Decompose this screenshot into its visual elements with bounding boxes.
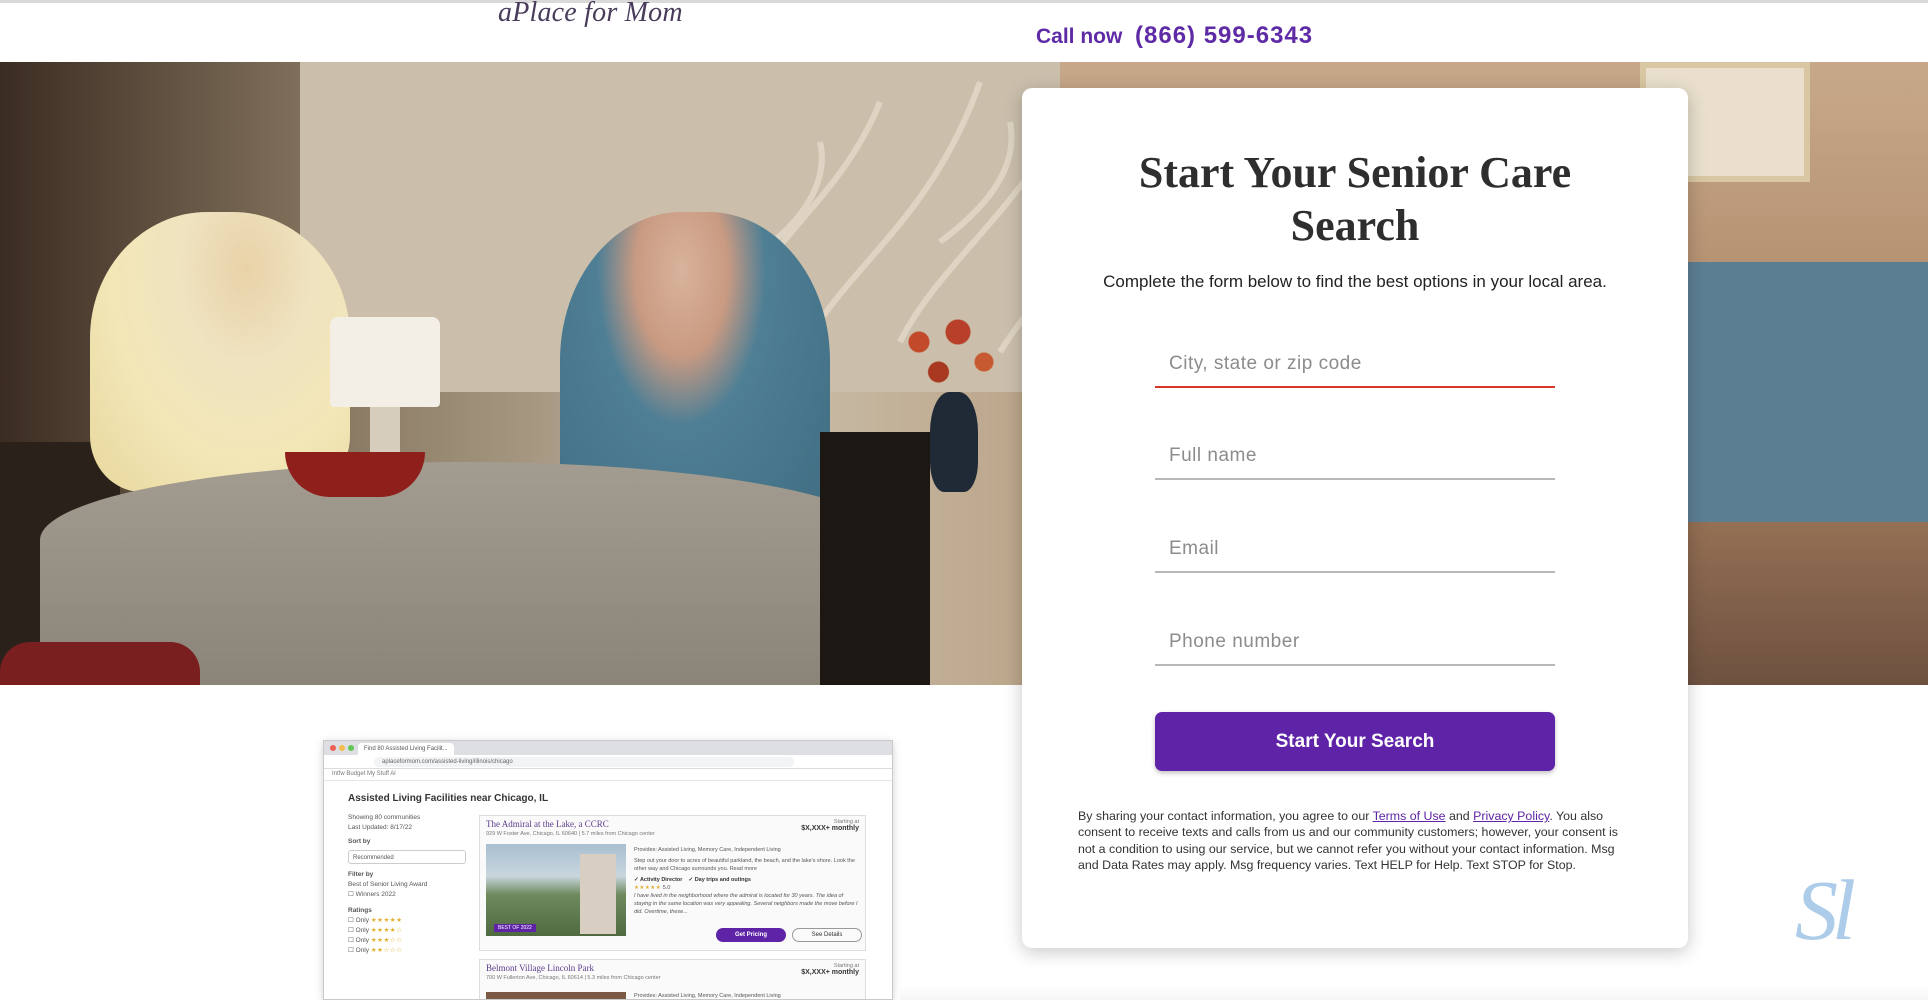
preview-url-bar: aplaceformom.com/assisted-living/illinoi… — [324, 755, 892, 769]
location-input[interactable] — [1155, 342, 1555, 388]
form-title: Start Your Senior Care Search — [1138, 148, 1572, 250]
form-subtitle: Complete the form below to find the best… — [1103, 272, 1607, 291]
phone-link[interactable]: (866) 599-6343 — [1135, 22, 1313, 50]
close-dot-icon — [330, 745, 336, 751]
site-header: aPlace for Mom Call now (866) 599-6343 — [0, 0, 1928, 62]
email-input[interactable] — [1155, 527, 1555, 573]
preview-heading: Assisted Living Facilities near Chicago,… — [348, 793, 549, 804]
privacy-policy-link[interactable]: Privacy Policy — [1473, 809, 1549, 823]
legal-disclaimer: By sharing your contact information, you… — [1078, 809, 1618, 872]
full-name-input[interactable] — [1155, 434, 1555, 480]
listing-details: Provides: Assisted Living, Memory Care, … — [634, 847, 858, 915]
bottom-shadow — [900, 985, 1928, 1000]
preview-rating-row: ☐ Only ★★★☆☆ — [348, 937, 403, 944]
preview-filter-label: Filter by — [348, 871, 374, 878]
preview-listing: Belmont Village Lincoln Park 700 W Fulle… — [479, 959, 866, 999]
preview-updated: Last Updated: 8/17/22 — [348, 824, 412, 831]
preview-sort-label: Sort by — [348, 838, 371, 845]
chair-right — [820, 432, 930, 685]
listing-price: Starting at $X,XXX+ monthly — [801, 963, 859, 976]
terms-of-use-link[interactable]: Terms of Use — [1373, 809, 1446, 823]
hero-cabinet — [1660, 262, 1928, 522]
preview-sidebar: Showing 80 communities Last Updated: 8/1… — [348, 813, 468, 956]
listing-price: Starting at $X,XXX+ monthly — [801, 819, 859, 832]
flowers — [880, 302, 1010, 402]
start-search-button[interactable]: Start Your Search — [1155, 712, 1555, 771]
maximize-dot-icon — [348, 745, 354, 751]
preview-tab-bar: Find 80 Assisted Living Facilit... — [324, 741, 892, 755]
younger-woman — [90, 212, 350, 492]
minimize-dot-icon — [339, 745, 345, 751]
listing-address: 700 W Fullerton Ave, Chicago, IL 60614 |… — [486, 975, 661, 981]
search-form-card: Start Your Senior Care Search Complete t… — [1022, 88, 1688, 948]
preview-award-option: ☐ Winners 2022 — [348, 891, 396, 898]
preview-sort-select: Recommended — [348, 850, 466, 864]
phone-input[interactable] — [1155, 620, 1555, 666]
preview-award-label: Best of Senior Living Award — [348, 881, 428, 888]
get-pricing-button: Get Pricing — [716, 928, 786, 942]
preview-bookmarks: Intfw Budget My Stuff Al — [324, 769, 892, 781]
listing-photo — [486, 992, 626, 999]
browser-preview: Find 80 Assisted Living Facilit... aplac… — [323, 740, 893, 1000]
brand-logo[interactable]: aPlace for Mom — [498, 0, 683, 29]
preview-listing: The Admiral at the Lake, a CCRC 929 W Fo… — [479, 815, 866, 951]
preview-ratings-label: Ratings — [348, 907, 372, 914]
listing-name: The Admiral at the Lake, a CCRC — [486, 819, 609, 829]
preview-rating-row: ☐ Only ★★★★☆ — [348, 927, 403, 934]
watermark-logo: Sl — [1795, 862, 1856, 958]
preview-url: aplaceformom.com/assisted-living/illinoi… — [374, 757, 794, 767]
listing-name: Belmont Village Lincoln Park — [486, 963, 595, 973]
lamp — [330, 317, 440, 407]
see-details-button: See Details — [792, 928, 862, 942]
listing-details: Provides: Assisted Living, Memory Care, … — [634, 993, 781, 999]
listing-badge: BEST OF 2022 — [494, 924, 536, 932]
yarn-basket — [0, 642, 200, 685]
preview-showing: Showing 80 communities — [348, 814, 421, 821]
vase — [930, 392, 978, 492]
preview-rating-row: ☐ Only ★★☆☆☆ — [348, 947, 403, 954]
preview-tab: Find 80 Assisted Living Facilit... — [358, 743, 454, 755]
call-now-label: Call now — [1036, 25, 1123, 48]
preview-rating-row: ☐ Only ★★★★★ — [348, 917, 403, 924]
listing-address: 929 W Foster Ave, Chicago, IL 60640 | 5.… — [486, 831, 655, 837]
listing-photo: BEST OF 2022 — [486, 844, 626, 936]
